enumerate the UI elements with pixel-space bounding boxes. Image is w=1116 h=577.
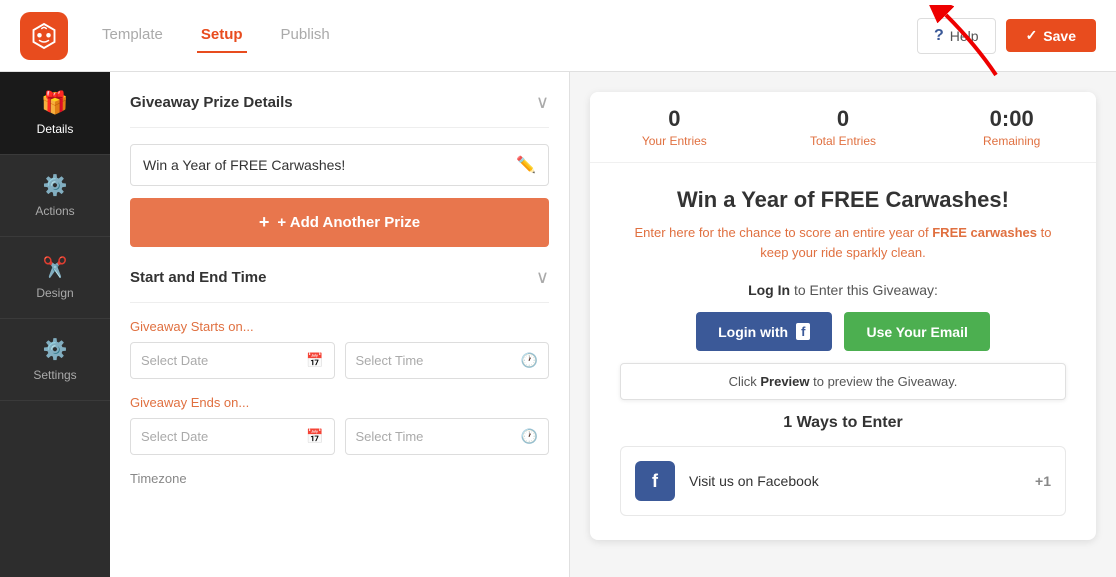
giveaway-ends-group: Giveaway Ends on... Select Date 📅 Select… [130, 395, 549, 455]
preview-content: Win a Year of FREE Carwashes! Enter here… [590, 163, 1096, 540]
save-label: Save [1043, 28, 1076, 44]
preview-title: Win a Year of FREE Carwashes! [620, 187, 1066, 213]
fb-login-text: Login with [718, 324, 788, 340]
nav-actions: ? Help ✓ Save [917, 18, 1096, 54]
start-date-placeholder: Select Date [141, 353, 298, 368]
stat-your-entries: 0 Your Entries [590, 106, 759, 148]
login-prompt: Log In to Enter this Giveaway: [620, 282, 1066, 298]
end-date-placeholder: Select Date [141, 429, 298, 444]
starts-label: Giveaway Starts on... [130, 319, 549, 334]
remaining-label: Remaining [927, 134, 1096, 148]
prize-input-row: Win a Year of FREE Carwashes! ✏️ [130, 144, 549, 186]
plus-icon: + [259, 212, 270, 233]
help-label: Help [950, 28, 979, 44]
tooltip-suffix: to preview the Giveaway. [810, 374, 958, 389]
top-nav: Template Setup Publish ? Help ✓ Save [0, 0, 1116, 72]
giveaway-starts-group: Giveaway Starts on... Select Date 📅 Sele… [130, 319, 549, 379]
sidebar-item-actions-label: Actions [35, 204, 74, 218]
entry-plus: +1 [1035, 473, 1051, 489]
tab-publish[interactable]: Publish [277, 18, 334, 53]
facebook-icon: f [796, 323, 810, 340]
prize-edit-icon[interactable]: ✏️ [516, 155, 536, 175]
total-entries-label: Total Entries [759, 134, 928, 148]
stat-total-entries: 0 Total Entries [759, 106, 928, 148]
save-button[interactable]: ✓ Save [1006, 19, 1096, 52]
stat-remaining: 0:00 Remaining [927, 106, 1096, 148]
help-icon: ? [934, 27, 944, 45]
timezone-label: Timezone [130, 471, 549, 486]
sidebar-item-design-label: Design [36, 286, 73, 300]
schedule-section-title: Start and End Time [130, 269, 266, 286]
schedule-section-header: Start and End Time ∨ [130, 267, 549, 303]
prize-section-toggle[interactable]: ∨ [536, 92, 549, 113]
tooltip-prefix: Click [729, 374, 761, 389]
fb-entry-icon: f [635, 461, 675, 501]
prize-section-title: Giveaway Prize Details [130, 94, 293, 111]
email-login-text: Use Your Email [866, 324, 967, 340]
start-date-input[interactable]: Select Date 📅 [130, 342, 335, 379]
right-preview: 0 Your Entries 0 Total Entries 0:00 Rema… [570, 72, 1116, 577]
ends-label: Giveaway Ends on... [130, 395, 549, 410]
sidebar-item-details-label: Details [37, 122, 74, 136]
end-date-input[interactable]: Select Date 📅 [130, 418, 335, 455]
sidebar-item-settings[interactable]: ⚙️ Settings [0, 319, 110, 401]
prize-name-text: Win a Year of FREE Carwashes! [143, 157, 508, 173]
actions-icon: ⚙️ [43, 173, 68, 198]
login-prompt-suffix: to Enter this Giveaway: [790, 282, 938, 298]
calendar-icon-start: 📅 [306, 352, 323, 369]
clock-icon-end: 🕐 [521, 428, 538, 445]
start-time-input[interactable]: Select Time 🕐 [345, 342, 550, 379]
preview-description: Enter here for the chance to score an en… [620, 223, 1066, 262]
gift-icon: 🎁 [41, 90, 68, 116]
sidebar-item-settings-label: Settings [33, 368, 76, 382]
left-panel: Giveaway Prize Details ∨ Win a Year of F… [110, 72, 570, 577]
tooltip-bold: Preview [760, 374, 809, 389]
calendar-icon-end: 📅 [306, 428, 323, 445]
ways-to-enter-title: 1 Ways to Enter [620, 414, 1066, 432]
sidebar-item-details[interactable]: 🎁 Details [0, 72, 110, 155]
start-time-placeholder: Select Time [356, 353, 513, 368]
total-entries-value: 0 [759, 106, 928, 132]
check-icon: ✓ [1026, 27, 1038, 44]
desc-part1: Enter here for the chance to score an en… [635, 225, 933, 240]
entry-item-facebook: f Visit us on Facebook +1 [620, 446, 1066, 516]
login-buttons: Login with f Use Your Email [620, 312, 1066, 351]
remaining-value: 0:00 [927, 106, 1096, 132]
end-date-time-row: Select Date 📅 Select Time 🕐 [130, 418, 549, 455]
schedule-section-toggle[interactable]: ∨ [536, 267, 549, 288]
stats-bar: 0 Your Entries 0 Total Entries 0:00 Rema… [590, 92, 1096, 163]
preview-tooltip: Click Preview to preview the Giveaway. [620, 363, 1066, 400]
add-prize-label: + Add Another Prize [277, 214, 420, 231]
prize-section-header: Giveaway Prize Details ∨ [130, 92, 549, 128]
end-time-placeholder: Select Time [356, 429, 513, 444]
desc-highlight: FREE carwashes [932, 225, 1037, 240]
your-entries-label: Your Entries [590, 134, 759, 148]
design-icon: ✂️ [43, 255, 68, 280]
your-entries-value: 0 [590, 106, 759, 132]
sidebar-item-actions[interactable]: ⚙️ Actions [0, 155, 110, 237]
logo[interactable] [20, 12, 68, 60]
sidebar: 🎁 Details ⚙️ Actions ✂️ Design ⚙️ Settin… [0, 72, 110, 577]
tab-template[interactable]: Template [98, 18, 167, 53]
end-time-input[interactable]: Select Time 🕐 [345, 418, 550, 455]
content-area: Giveaway Prize Details ∨ Win a Year of F… [110, 72, 1116, 577]
start-date-time-row: Select Date 📅 Select Time 🕐 [130, 342, 549, 379]
main-layout: 🎁 Details ⚙️ Actions ✂️ Design ⚙️ Settin… [0, 72, 1116, 577]
login-prompt-strong: Log In [748, 282, 790, 298]
entry-label: Visit us on Facebook [689, 473, 1021, 489]
facebook-login-button[interactable]: Login with f [696, 312, 832, 351]
email-login-button[interactable]: Use Your Email [844, 312, 989, 351]
settings-icon: ⚙️ [43, 337, 68, 362]
nav-tabs: Template Setup Publish [98, 18, 917, 53]
add-prize-button[interactable]: + + Add Another Prize [130, 198, 549, 247]
sidebar-item-design[interactable]: ✂️ Design [0, 237, 110, 319]
help-button[interactable]: ? Help [917, 18, 996, 54]
tab-setup[interactable]: Setup [197, 18, 247, 53]
clock-icon-start: 🕐 [521, 352, 538, 369]
preview-card: 0 Your Entries 0 Total Entries 0:00 Rema… [590, 92, 1096, 540]
